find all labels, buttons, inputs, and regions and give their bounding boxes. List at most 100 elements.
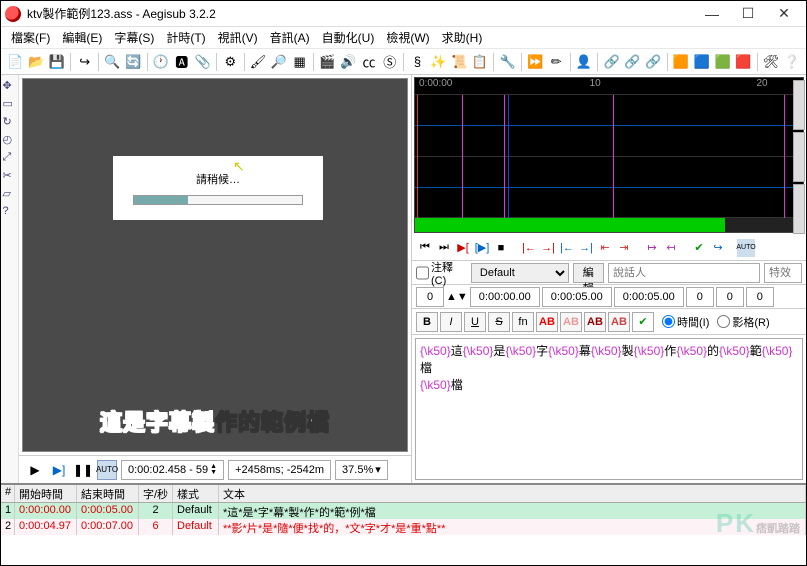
audio-scrollbar[interactable] <box>415 218 803 232</box>
link1-button[interactable]: 🔗 <box>602 52 621 72</box>
cc-button[interactable]: ㏄ <box>360 52 379 72</box>
paint-button[interactable]: 🖌 <box>249 52 268 72</box>
grid-row[interactable]: 2 0:00:04.97 0:00:07.00 6 Default **影*片*… <box>1 519 806 535</box>
primary-color-button[interactable]: AB <box>536 312 558 332</box>
tools-button[interactable]: 🔧 <box>498 52 517 72</box>
play-button[interactable]: ▶ <box>25 460 45 480</box>
play-before-start-button[interactable]: |← <box>520 239 538 257</box>
clip-icon[interactable]: ✂ <box>3 169 17 183</box>
play-last-button[interactable]: ⇥ <box>615 239 633 257</box>
color4-button[interactable]: 🟥 <box>734 52 753 72</box>
next-line-button[interactable]: ⏭ <box>435 239 453 257</box>
shadow-color-button[interactable]: AB <box>608 312 630 332</box>
replace-button[interactable]: 🔄 <box>124 52 143 72</box>
maximize-button[interactable]: ☐ <box>730 3 766 25</box>
goto-button[interactable]: ↪ <box>709 239 727 257</box>
drag-icon[interactable]: ▭ <box>3 97 17 111</box>
link3-button[interactable]: 🔗 <box>644 52 663 72</box>
save-button[interactable]: 💾 <box>48 52 67 72</box>
margin-r-input[interactable] <box>716 287 744 307</box>
col-style[interactable]: 樣式 <box>173 485 219 502</box>
col-end[interactable]: 結束時間 <box>77 485 139 502</box>
font-button[interactable]: fn <box>512 312 534 332</box>
redo-button[interactable]: ↪ <box>75 52 94 72</box>
link2-button[interactable]: 🔗 <box>623 52 642 72</box>
play-after-end-button[interactable]: →| <box>577 239 595 257</box>
menu-item[interactable]: 檔案(F) <box>5 29 56 46</box>
video-display[interactable]: ↖ 請稍候… 這是字幕製作的範例檔 <box>22 78 408 452</box>
minimize-button[interactable]: — <box>694 3 730 25</box>
zoom-button[interactable]: 🔎 <box>269 52 288 72</box>
audio-zoom-sliders[interactable] <box>792 79 806 235</box>
rotate-xy-icon[interactable]: ◴ <box>3 133 17 147</box>
effect-button[interactable]: ✨ <box>429 52 448 72</box>
close-button[interactable]: ✕ <box>766 3 802 25</box>
color2-button[interactable]: 🟦 <box>692 52 711 72</box>
start-time-input[interactable] <box>470 287 540 307</box>
italic-button[interactable]: I <box>440 312 462 332</box>
col-index[interactable]: # <box>1 485 15 502</box>
bold-button[interactable]: B <box>416 312 438 332</box>
layer-input[interactable] <box>416 287 444 307</box>
shift-times-button[interactable]: 🕐 <box>152 52 171 72</box>
ass-draw-button[interactable]: ✏ <box>547 52 566 72</box>
color3-button[interactable]: 🟩 <box>713 52 732 72</box>
frame-mode-radio[interactable]: 影格(R) <box>717 314 769 330</box>
play-line-button[interactable]: ▶] <box>49 460 69 480</box>
prev-line-button[interactable]: ⏮ <box>416 239 434 257</box>
play-first-button[interactable]: ⇤ <box>596 239 614 257</box>
layer-spinner[interactable]: ▲▼ <box>446 291 468 303</box>
secondary-color-button[interactable]: AB <box>560 312 582 332</box>
script-button[interactable]: 📜 <box>450 52 469 72</box>
pause-button[interactable]: ❚❚ <box>73 460 93 480</box>
commit-text-button[interactable]: ✔ <box>632 312 654 332</box>
stop-button[interactable]: ■ <box>492 239 510 257</box>
cross-icon[interactable]: ✥ <box>3 79 17 93</box>
play-line-audio-button[interactable]: [▶] <box>473 239 491 257</box>
edit-style-button[interactable]: 編輯 <box>573 263 604 283</box>
audio-display[interactable]: 0:00:00 10 20 <box>414 77 804 233</box>
col-text[interactable]: 文本 <box>219 485 806 502</box>
outline-color-button[interactable]: AB <box>584 312 606 332</box>
menu-item[interactable]: 音訊(A) <box>264 29 316 46</box>
sub-button[interactable]: Ⓢ <box>380 52 399 72</box>
video-time-box[interactable]: 0:00:02.458 - 59▲▼ <box>121 460 224 480</box>
help-button[interactable]: ❔ <box>782 52 801 72</box>
scale-icon[interactable]: ⤢ <box>3 151 17 165</box>
grid-row[interactable]: 1 0:00:00.00 0:00:05.00 2 Default *這*是*字… <box>1 503 806 519</box>
strike-button[interactable]: S <box>488 312 510 332</box>
menu-item[interactable]: 視訊(V) <box>212 29 264 46</box>
find-button[interactable]: 🔍 <box>103 52 122 72</box>
zoom-select[interactable]: 37.5% ▾ <box>335 460 388 480</box>
rotate-z-icon[interactable]: ↻ <box>3 115 17 129</box>
style-mgr-button[interactable]: 🅰 <box>172 52 191 72</box>
file-open-button[interactable]: 📂 <box>27 52 46 72</box>
auto-button[interactable]: ⚙ <box>221 52 240 72</box>
opts-button[interactable]: 🛠 <box>762 52 781 72</box>
effect-input[interactable] <box>764 263 802 283</box>
play-after-start-button[interactable]: →| <box>539 239 557 257</box>
menu-item[interactable]: 自動化(U) <box>316 29 381 46</box>
margin-l-input[interactable] <box>686 287 714 307</box>
lead-out-button[interactable]: ↤ <box>662 239 680 257</box>
end-time-input[interactable] <box>542 287 612 307</box>
file-new-button[interactable]: 📄 <box>6 52 25 72</box>
subtitle-text-editor[interactable]: {\k50}這{\k50}是{\k50}字{\k50}幕{\k50}製{\k50… <box>415 338 803 480</box>
menu-item[interactable]: 檢視(W) <box>380 29 435 46</box>
actor-input[interactable] <box>608 263 760 283</box>
col-start[interactable]: 開始時間 <box>15 485 77 502</box>
play-sel-button[interactable]: ▶[ <box>454 239 472 257</box>
col-cps[interactable]: 字/秒 <box>139 485 173 502</box>
avatar-button[interactable]: 👤 <box>575 52 594 72</box>
duration-input[interactable] <box>614 287 684 307</box>
vector-clip-icon[interactable]: ▱ <box>3 187 17 201</box>
aud-open-button[interactable]: 🔊 <box>339 52 358 72</box>
auto-button[interactable]: AUTO <box>737 239 755 257</box>
lead-in-button[interactable]: ↦ <box>643 239 661 257</box>
menu-item[interactable]: 求助(H) <box>436 29 489 46</box>
comment-checkbox[interactable]: 注釋(C) <box>416 259 467 287</box>
vid-open-button[interactable]: 🎬 <box>318 52 337 72</box>
snap-button[interactable]: § <box>408 52 427 72</box>
video-jump-button[interactable]: ⏩ <box>526 52 545 72</box>
color1-button[interactable]: 🟧 <box>672 52 691 72</box>
